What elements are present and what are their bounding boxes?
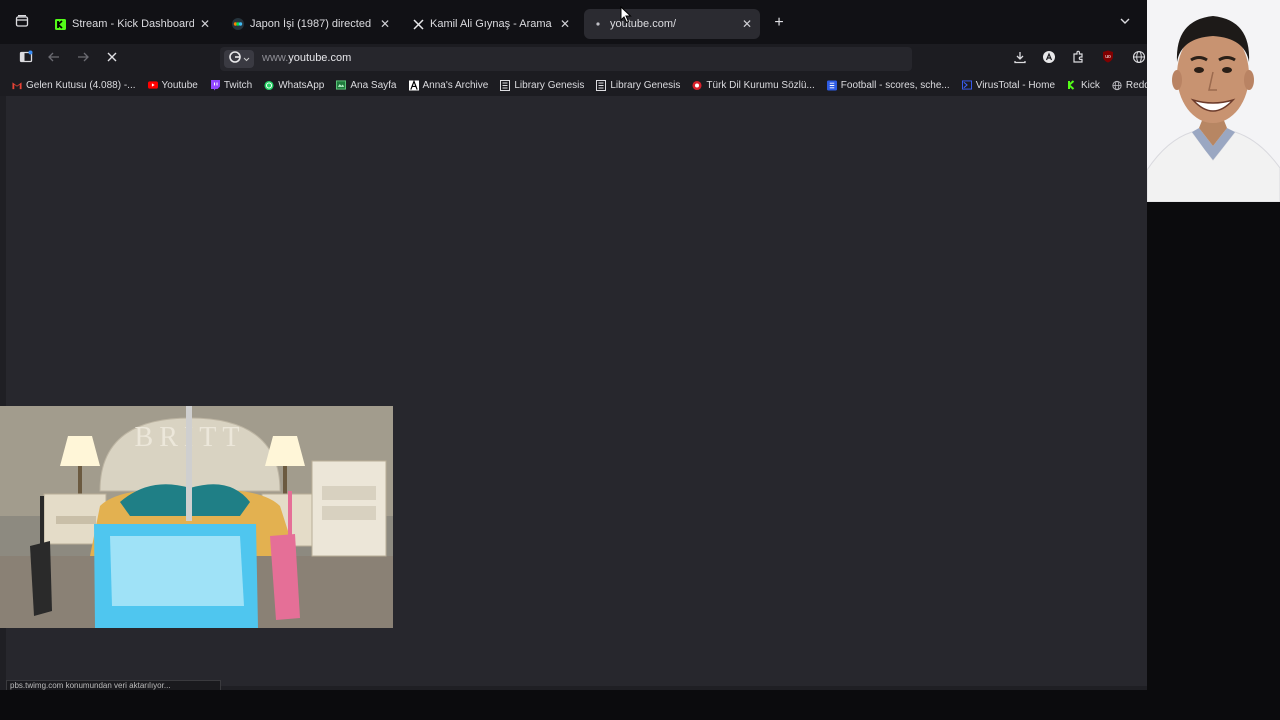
puzzle-icon bbox=[1071, 50, 1085, 69]
loading-dot-icon bbox=[592, 18, 604, 30]
forward-button[interactable] bbox=[74, 50, 92, 68]
tab-youtube[interactable]: youtube.com/ ✕ bbox=[584, 9, 760, 39]
bookmark-virustotal[interactable]: VirusTotal - Home bbox=[956, 80, 1061, 91]
close-icon[interactable]: ✕ bbox=[380, 17, 390, 31]
kick-icon bbox=[54, 18, 66, 30]
bookmark-youtube[interactable]: Youtube bbox=[142, 80, 204, 91]
account-extension-button[interactable] bbox=[1040, 50, 1058, 68]
bookmark-label: Ana Sayfa bbox=[350, 79, 397, 91]
bedroom-scene: BRITT bbox=[0, 406, 393, 628]
bookmark-whatsapp[interactable]: WhatsApp bbox=[258, 80, 330, 91]
football-icon bbox=[826, 80, 837, 90]
account-icon bbox=[1042, 50, 1056, 69]
bookmark-label: VirusTotal - Home bbox=[975, 79, 1056, 91]
tab-title: Stream - Kick Dashboard bbox=[72, 18, 194, 30]
tab-kick-dashboard[interactable]: Stream - Kick Dashboard ✕ bbox=[46, 9, 218, 39]
bookmark-label: Library Genesis bbox=[514, 79, 585, 91]
plus-icon: + bbox=[774, 14, 784, 31]
bookmark-label: Twitch bbox=[223, 79, 253, 91]
back-button[interactable] bbox=[45, 50, 63, 68]
tab-title: Japon İşi (1987) directed by Kar bbox=[250, 18, 374, 30]
twitch-icon bbox=[210, 79, 220, 90]
navigation-toolbar: www.youtube.com uo bbox=[0, 44, 1147, 74]
search-engine-selector[interactable] bbox=[224, 50, 254, 68]
close-icon[interactable]: ✕ bbox=[560, 17, 570, 31]
tabs-overview-icon bbox=[15, 14, 29, 33]
bookmark-label: Gelen Kutusu (4.088) -... bbox=[26, 79, 136, 91]
screen-bottom-edge bbox=[0, 690, 1280, 720]
stop-loading-button[interactable] bbox=[103, 50, 121, 68]
extensions-button[interactable] bbox=[1069, 50, 1087, 68]
bookmark-football[interactable]: Football - scores, sche... bbox=[821, 80, 956, 91]
gmail-icon bbox=[12, 80, 22, 90]
bookmark-label: Reddit Soccer Str bbox=[1125, 79, 1147, 91]
virustotal-icon bbox=[961, 80, 972, 90]
bookmark-kick[interactable]: Kick bbox=[1061, 80, 1106, 91]
bookmark-twitch[interactable]: Twitch bbox=[204, 79, 258, 91]
bookmark-label: Türk Dil Kurumu Sözlü... bbox=[706, 79, 815, 91]
libgen-icon bbox=[500, 79, 511, 91]
download-icon bbox=[1013, 50, 1027, 69]
bookmark-label: Youtube bbox=[161, 79, 198, 91]
bookmark-reddit-soccer[interactable]: Reddit Soccer Str bbox=[1106, 80, 1147, 91]
annas-archive-icon bbox=[408, 79, 419, 90]
ublock-button[interactable]: uo bbox=[1099, 50, 1117, 68]
close-icon[interactable]: ✕ bbox=[742, 17, 752, 31]
address-bar[interactable]: www.youtube.com bbox=[220, 47, 912, 71]
google-icon bbox=[228, 50, 241, 68]
svg-text:uo: uo bbox=[1105, 54, 1111, 60]
ublock-icon: uo bbox=[1102, 50, 1114, 68]
folder-icon bbox=[336, 80, 347, 90]
url-prefix: www. bbox=[262, 52, 289, 64]
bookmark-libgen-2[interactable]: Library Genesis bbox=[590, 79, 686, 91]
libgen-icon bbox=[596, 79, 607, 91]
chevron-down-icon bbox=[1118, 15, 1132, 32]
letterboxd-icon bbox=[232, 18, 244, 30]
url-text: www.youtube.com bbox=[262, 52, 351, 64]
arrow-right-icon bbox=[76, 50, 90, 69]
tab-japon-isi[interactable]: Japon İşi (1987) directed by Kar ✕ bbox=[224, 9, 398, 39]
youtube-icon bbox=[147, 80, 158, 90]
sidebar-icon bbox=[19, 50, 33, 69]
downloads-button[interactable] bbox=[1011, 50, 1029, 68]
bookmark-libgen-1[interactable]: Library Genesis bbox=[494, 79, 590, 91]
close-icon bbox=[106, 50, 118, 68]
tdk-icon bbox=[692, 80, 702, 90]
chevron-down-icon bbox=[243, 50, 250, 68]
bookmarks-bar: Gelen Kutusu (4.088) -... Youtube Twitch… bbox=[0, 74, 1147, 96]
mouse-cursor-icon bbox=[620, 6, 632, 24]
bookmark-label: WhatsApp bbox=[278, 79, 325, 91]
bookmark-ana-sayfa[interactable]: Ana Sayfa bbox=[330, 80, 402, 91]
webcam-overlay bbox=[1147, 0, 1280, 202]
close-icon[interactable]: ✕ bbox=[200, 17, 210, 31]
tab-title: Kamil Ali Gıynaş - Arama / X bbox=[430, 18, 554, 30]
tab-x-search[interactable]: Kamil Ali Gıynaş - Arama / X ✕ bbox=[404, 9, 578, 39]
bookmark-annas-archive[interactable]: Anna's Archive bbox=[403, 79, 495, 91]
bookmark-label: Kick bbox=[1081, 79, 1100, 91]
globe-icon bbox=[1112, 80, 1122, 90]
tab-menu-button[interactable] bbox=[8, 12, 36, 34]
arrow-left-icon bbox=[47, 50, 61, 69]
tab-strip: Stream - Kick Dashboard ✕ Japon İşi (198… bbox=[0, 0, 1147, 44]
sidebar-button[interactable] bbox=[17, 50, 35, 68]
whatsapp-icon bbox=[264, 80, 274, 90]
kick-icon bbox=[1067, 80, 1077, 90]
url-domain: youtube.com bbox=[288, 52, 352, 64]
stream-preview: BRITT bbox=[0, 406, 393, 628]
bookmark-gmail[interactable]: Gelen Kutusu (4.088) -... bbox=[0, 80, 142, 91]
bookmark-label: Anna's Archive bbox=[422, 79, 489, 91]
tab-list-button[interactable] bbox=[1118, 14, 1136, 32]
globe-icon bbox=[1132, 50, 1146, 69]
new-tab-button[interactable]: + bbox=[770, 14, 788, 32]
bookmark-tdk[interactable]: Türk Dil Kurumu Sözlü... bbox=[686, 80, 820, 91]
bookmark-label: Library Genesis bbox=[610, 79, 681, 91]
streamer-portrait bbox=[1147, 0, 1280, 202]
translate-button[interactable] bbox=[1130, 50, 1148, 68]
x-icon bbox=[412, 18, 424, 30]
bookmark-label: Football - scores, sche... bbox=[840, 79, 950, 91]
